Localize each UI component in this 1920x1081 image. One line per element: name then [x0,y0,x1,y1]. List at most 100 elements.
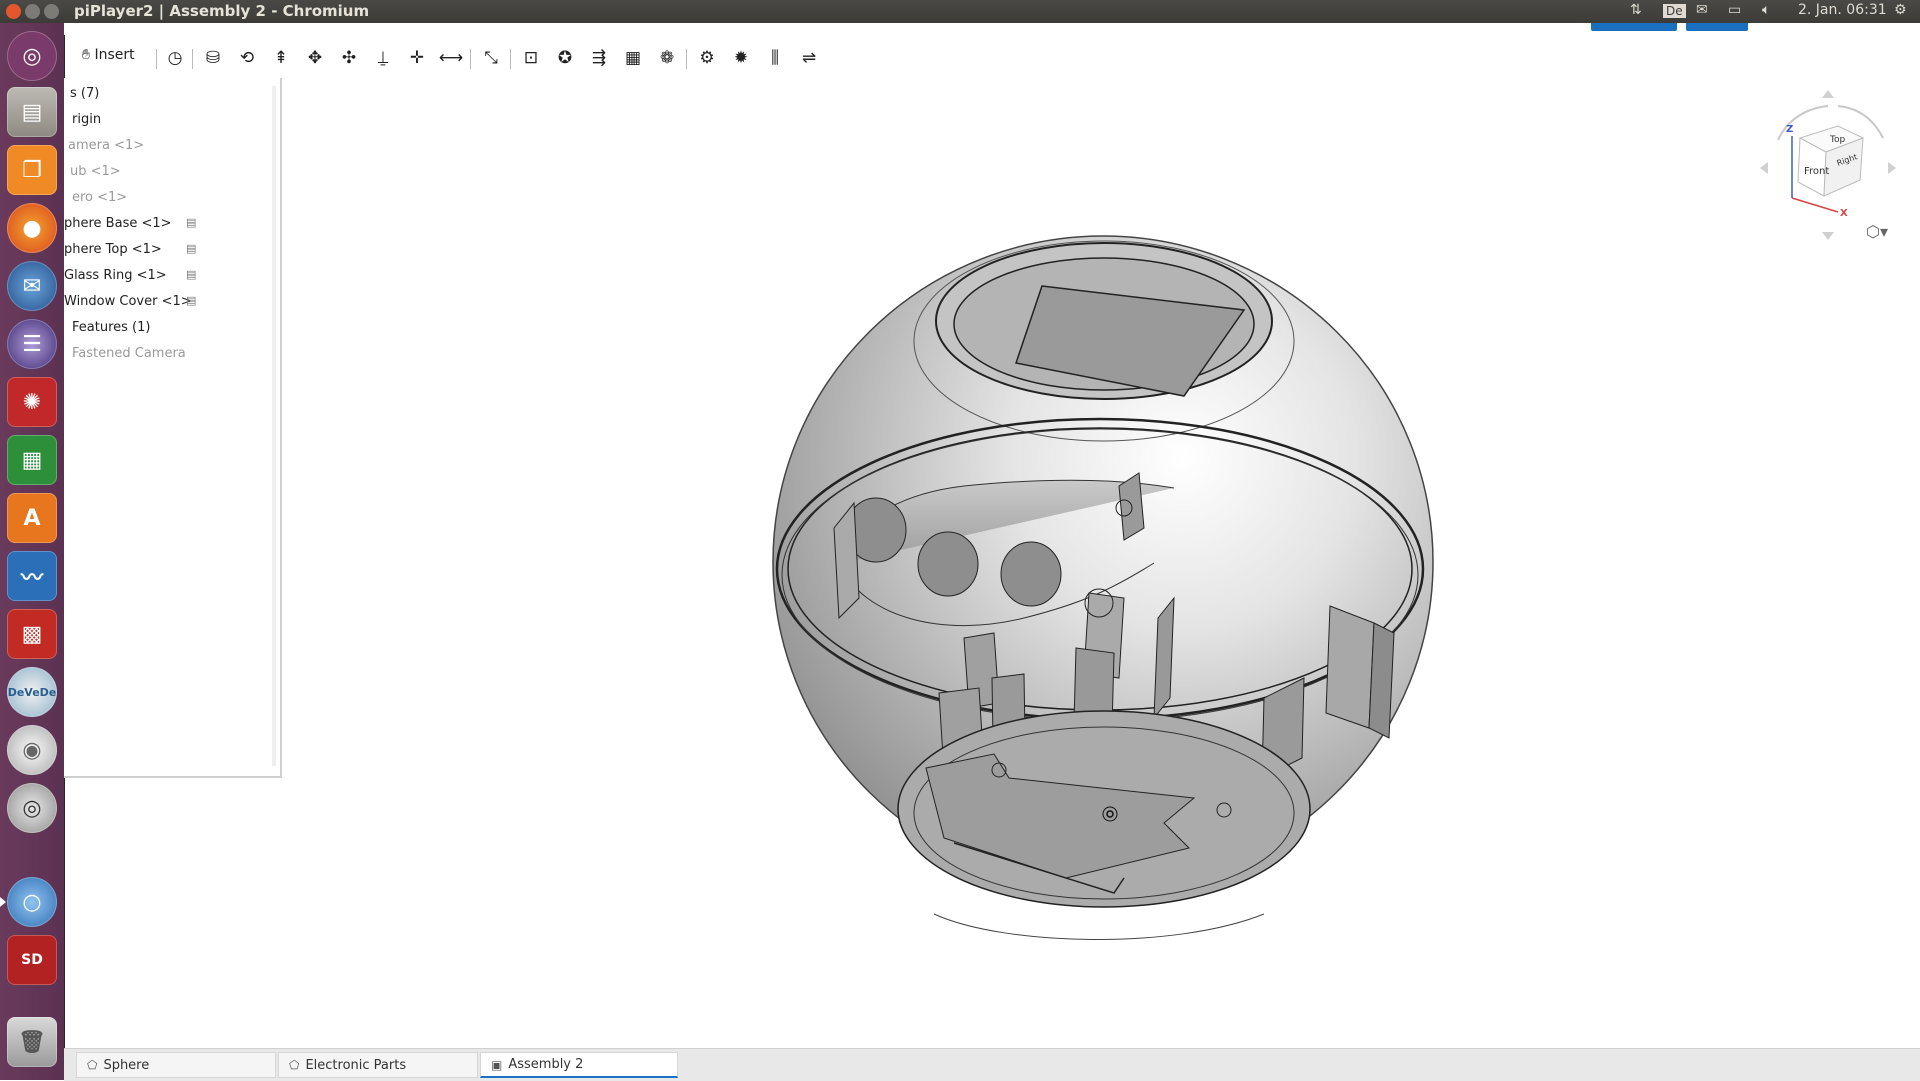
history-icon[interactable]: ◷ [162,46,188,70]
tree-item-label: ero <1> [72,190,128,205]
mate-revolute-icon[interactable]: ⟲ [234,46,260,70]
webcam-icon[interactable]: ◎ [7,783,57,833]
toolbar-divider [192,49,193,69]
mate-planar-icon[interactable]: ✥ [302,46,328,70]
tree-item-fastened-camera[interactable]: Fastened Camera [72,346,186,361]
thunderbird-icon[interactable]: ✉ [7,261,57,311]
spreadsheet-icon[interactable]: ▦ [7,435,57,485]
keyboard-layout-indicator[interactable]: De [1663,4,1686,18]
group-icon[interactable]: ⊡ [518,46,544,70]
graphics-viewport[interactable]: Top Front Right Z X ⬡▾ [64,78,1920,1048]
app-store-button[interactable] [1591,23,1677,31]
tree-item-label: amera <1> [68,138,145,153]
chromium-icon[interactable]: ○ [7,877,57,927]
workspace-switcher-icon[interactable]: ❐ [7,145,57,195]
qr-code-icon[interactable]: ▩ [7,609,57,659]
view-options-dropdown[interactable]: ⬡▾ [1866,222,1888,241]
mate-slider-icon[interactable]: ⇞ [268,46,294,70]
mate-cylindrical-icon[interactable]: ✣ [336,46,362,70]
mate-connector-icon[interactable]: ⤡ [478,46,504,70]
toolbar-divider [686,49,687,69]
toolbar-divider [510,49,511,69]
tree-item-origin[interactable]: rigin [72,112,101,127]
linear-relation-icon[interactable]: ⇌ [796,46,822,70]
devede-icon[interactable]: DeVeDe [7,667,57,717]
tab-sphere[interactable]: ⬠ Sphere [76,1052,276,1078]
assembly-icon: ▣ [491,1057,503,1072]
part-studio-icon: ⬠ [87,1058,98,1072]
disc-icon[interactable]: ◉ [7,725,57,775]
sphere-assembly-model[interactable] [64,78,1920,1048]
tree-item-window-cover[interactable]: Window Cover <1> ▤ [64,294,254,309]
software-center-icon[interactable]: A [7,493,57,543]
tree-item-glass-ring[interactable]: Glass Ring <1> ▤ [64,268,254,283]
share-button[interactable] [1686,23,1748,31]
window-title: piPlayer2 | Assembly 2 - Chromium [74,2,370,20]
ubuntu-dash-icon[interactable]: ◎ [7,31,57,81]
eclipse-icon[interactable]: ☰ [7,319,57,369]
gear-relation-icon[interactable]: ⚙ [694,46,720,70]
rotate-left-icon[interactable] [1760,162,1768,174]
document-tabs: ⬠ Sphere ⬠ Electronic Parts ▣ Assembly 2 [64,1048,1920,1081]
panel-scrollbar[interactable] [272,86,276,766]
system-monitor-icon[interactable]: 〰 [7,551,57,601]
trash-icon[interactable]: 🗑︎ [7,1017,57,1067]
tree-item-hub[interactable]: ub <1> [70,164,121,179]
tab-electronic-parts[interactable]: ⬠ Electronic Parts [278,1052,478,1078]
clock[interactable]: 2. Jan. 06:31 [1798,2,1887,18]
mate-icon: ▤ [186,242,197,255]
tree-item-label: ub <1> [70,164,121,179]
tree-item-label: Window Cover <1> [64,294,192,309]
settings-gear-icon[interactable]: ⚙ [1894,2,1907,18]
battery-icon[interactable]: ▭ [1728,2,1741,18]
tree-item-label: Features (1) [72,320,151,335]
toolbar-divider [470,49,471,69]
mate-parallel-icon[interactable]: ⟷ [438,46,464,70]
minimize-window-button[interactable] [25,4,40,19]
mate-fastened-icon[interactable]: ⛁ [200,46,226,70]
tab-label: Assembly 2 [508,1057,584,1072]
assembly-toolbar: ✋︎ Insert ◷ ⛁ ⟲ ⇞ ✥ ✣ ⍊ ✛ ⟷ ⤡ ⊡ ✪ ⇶ ▦ ❁ … [64,42,1920,74]
tab-label: Electronic Parts [305,1057,407,1073]
part-studio-icon: ⬠ [289,1058,300,1072]
sd-card-icon[interactable]: SD [7,935,57,985]
screw-relation-icon[interactable]: ⫼ [762,46,788,70]
close-window-button[interactable] [6,4,21,19]
tree-item-camera[interactable]: amera <1> [68,138,144,153]
axis-x-label: X [1840,208,1848,219]
feature-tree-panel: s (7) rigin amera <1> ub <1> ero <1> phe… [64,78,282,778]
onshape-header [64,23,1920,35]
mate-pin-slot-icon[interactable]: ⍊ [370,46,396,70]
tree-item-sphere-top[interactable]: phere Top <1> ▤ [64,242,254,257]
system-top-bar: piPlayer2 | Assembly 2 - Chromium ⇅ De ✉… [0,0,1920,23]
tree-mate-features-header[interactable]: Features (1) [72,320,150,335]
explode-icon[interactable]: ✪ [552,46,578,70]
tree-item-label: phere Base <1> [64,216,172,231]
rotate-down-icon[interactable] [1822,232,1834,240]
tree-item-sphere-base[interactable]: phere Base <1> ▤ [64,216,254,231]
replicate-icon[interactable]: ⇶ [586,46,612,70]
rotate-up-icon[interactable] [1822,90,1834,98]
rack-pinion-icon[interactable]: ✹ [728,46,754,70]
relation-icon[interactable]: ❁ [654,46,680,70]
maximize-window-button[interactable] [44,4,59,19]
mate-ball-icon[interactable]: ✛ [404,46,430,70]
tree-instances-header[interactable]: s (7) [70,86,99,101]
tree-item-label: Fastened Camera [72,346,186,361]
rotate-right-icon[interactable] [1888,162,1896,174]
tree-item-gyro[interactable]: ero <1> [72,190,127,205]
tree-item-label: rigin [72,112,102,127]
insert-button[interactable]: ✋︎ Insert [82,47,135,63]
mail-icon[interactable]: ✉ [1696,2,1708,18]
tab-assembly-2[interactable]: ▣ Assembly 2 [480,1052,678,1078]
firefox-icon[interactable]: ● [7,203,57,253]
insert-label: Insert [94,47,135,63]
viewcube-front-label: Front [1804,166,1829,177]
files-icon[interactable]: ▤ [7,87,57,137]
active-app-indicator [0,897,6,907]
pattern-icon[interactable]: ▦ [620,46,646,70]
burner-icon[interactable]: ✺ [7,377,57,427]
network-icon[interactable]: ⇅ [1630,2,1642,18]
volume-icon[interactable]: 🔈︎ [1762,2,1770,18]
mate-icon: ▤ [186,294,197,307]
